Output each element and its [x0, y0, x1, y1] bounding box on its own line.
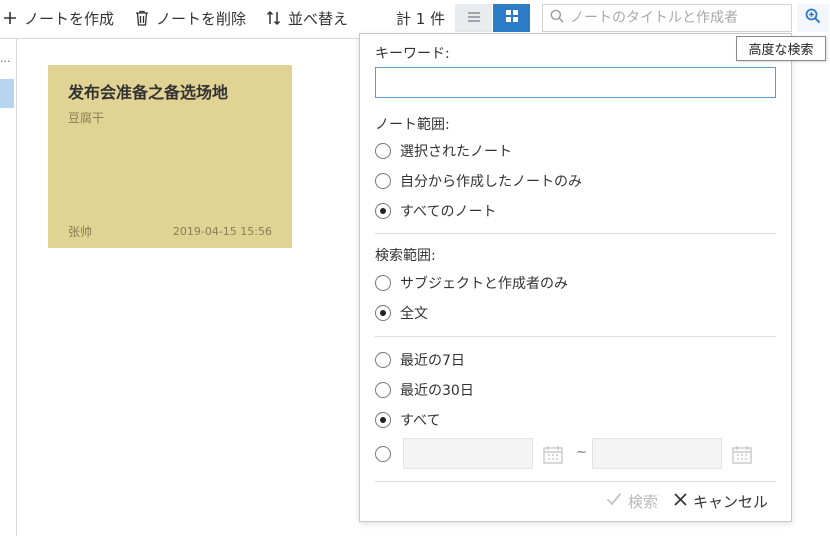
advanced-search-button[interactable] [797, 4, 829, 32]
date-range-separator: ~ [576, 445, 587, 460]
delete-note-label: ノートを削除 [156, 9, 247, 28]
check-icon [606, 492, 622, 510]
note-scope-option[interactable]: 自分から作成したノートのみ [375, 171, 582, 191]
toolbar-divider [0, 38, 360, 39]
keyword-label: キーワード: [375, 46, 450, 62]
search-scope-option[interactable]: 全文 [375, 303, 428, 323]
sidebar-divider [16, 38, 17, 536]
grid-icon [505, 10, 518, 26]
search-button[interactable]: 検索 [606, 490, 658, 512]
keyword-input[interactable] [375, 67, 776, 98]
note-scope-option-label: すべてのノート [400, 204, 497, 220]
search-box [542, 4, 792, 32]
search-scope-option-label: サブジェクトと作成者のみ [400, 276, 568, 292]
section-divider [375, 481, 776, 482]
date-option[interactable]: 最近の7日 [375, 350, 465, 370]
radio-button[interactable] [375, 446, 391, 462]
note-scope-option-label: 自分から作成したノートのみ [400, 174, 582, 190]
note-card[interactable]: 发布会准备之备选场地 豆腐干 张帅 2019-04-15 15:56 [48, 65, 292, 248]
sort-icon [266, 10, 282, 26]
zoom-search-icon [805, 8, 821, 28]
note-tag: 豆腐干 [68, 111, 105, 125]
date-option[interactable]: すべて [375, 410, 440, 430]
section-divider [375, 233, 776, 234]
sidebar-selected-item[interactable] [0, 79, 14, 108]
sidebar-ellipsis: ... [0, 52, 11, 65]
note-author: 张帅 [68, 225, 93, 239]
sort-button[interactable]: 並べ替え [266, 7, 348, 29]
plus-icon [2, 10, 18, 26]
delete-note-button[interactable]: ノートを削除 [134, 7, 246, 29]
note-scope-option[interactable]: すべてのノート [375, 201, 496, 221]
calendar-icon[interactable] [731, 444, 753, 464]
search-button-label: 検索 [628, 492, 659, 511]
note-count: 計 1 件 [396, 10, 446, 28]
radio-button[interactable] [375, 143, 391, 159]
date-option-label: 最近の7日 [400, 353, 465, 369]
advanced-search-tooltip: 高度な検索 [736, 36, 826, 61]
search-scope-option-label: 全文 [400, 306, 428, 322]
search-icon [550, 9, 564, 27]
date-from-field[interactable] [403, 438, 533, 469]
list-icon [467, 10, 480, 26]
section-divider [375, 336, 776, 337]
close-icon [674, 492, 687, 510]
custom-range-option[interactable] [375, 444, 391, 464]
radio-button[interactable] [375, 412, 391, 428]
search-input[interactable] [570, 10, 780, 26]
note-scope-label: ノート範囲: [375, 117, 450, 133]
advanced-search-panel: キーワード: ノート範囲: 選択されたノート 自分から作成したノートのみ すべて… [359, 33, 792, 522]
note-date: 2019-04-15 15:56 [172, 225, 272, 238]
calendar-icon[interactable] [542, 444, 564, 464]
radio-button[interactable] [375, 203, 391, 219]
grid-view-button[interactable] [493, 4, 530, 32]
cancel-button-label: キャンセル [693, 492, 769, 511]
search-scope-option[interactable]: サブジェクトと作成者のみ [375, 273, 568, 293]
note-title: 发布会准备之备选场地 [68, 83, 229, 102]
sort-label: 並べ替え [288, 9, 349, 28]
cancel-button[interactable]: キャンセル [674, 490, 768, 512]
note-scope-option[interactable]: 選択されたノート [375, 141, 512, 161]
note-scope-option-label: 選択されたノート [400, 144, 512, 160]
list-view-button[interactable] [455, 4, 492, 32]
search-scope-label: 検索範囲: [375, 248, 436, 264]
date-to-field[interactable] [592, 438, 722, 469]
date-option-label: すべて [400, 413, 441, 429]
radio-button[interactable] [375, 352, 391, 368]
trash-icon [134, 10, 150, 26]
radio-button[interactable] [375, 173, 391, 189]
radio-button[interactable] [375, 305, 391, 321]
radio-button[interactable] [375, 382, 391, 398]
date-option[interactable]: 最近の30日 [375, 380, 474, 400]
radio-button[interactable] [375, 275, 391, 291]
create-note-label: ノートを作成 [24, 9, 115, 28]
create-note-button[interactable]: ノートを作成 [2, 7, 114, 29]
date-option-label: 最近の30日 [400, 383, 474, 399]
